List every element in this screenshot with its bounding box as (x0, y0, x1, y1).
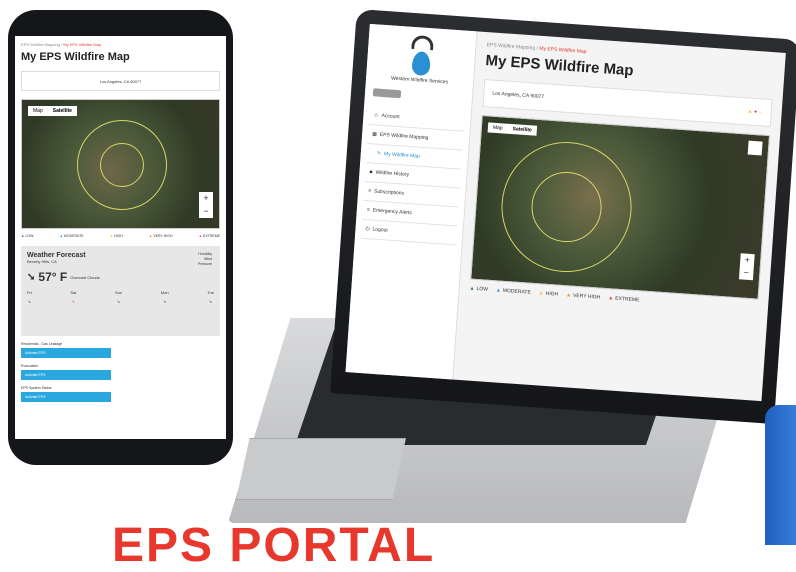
laptop-screen: Western Wildfire Services ☺ Account ▦ EPS … (345, 23, 786, 402)
weather-icon: ➘ (162, 299, 167, 304)
sidebar-nav: ☺ Account ▦ EPS Wildfire Mapping ✎ My Wildf… (360, 106, 465, 246)
weather-icon: ➘ (71, 299, 76, 304)
phone-legend-high: HIGH (110, 234, 123, 238)
weather-title: Weather Forecast (27, 252, 86, 259)
legend-low: LOW (469, 285, 488, 293)
phone-zoom-in-button[interactable]: + (199, 192, 213, 205)
forecast-day: Sat ➘ (70, 290, 77, 304)
menu-pill[interactable] (372, 88, 402, 99)
eps-field-3: EPS System Status Activate EPS (21, 386, 220, 402)
phone-risk-ring-inner (100, 143, 144, 187)
user-icon: ☺ (373, 112, 379, 119)
eps-action-button[interactable]: Activate EPS (21, 348, 111, 358)
forecast-day: Fri ➘ (27, 290, 32, 304)
temperature: 57° F (38, 270, 68, 284)
phone-tab-map[interactable]: Map (28, 106, 48, 116)
logo-text: Western Wildfire Services (390, 75, 449, 86)
weather-icon: ➘ (208, 299, 213, 304)
zoom-out-button[interactable]: − (739, 266, 754, 280)
map-type-tabs: Map Satellite (487, 122, 538, 136)
square-icon: ■ (369, 169, 373, 176)
status-icons: ▲ ● ⌄ (747, 108, 763, 116)
location-text: Los Angeles, CA 90077 (492, 90, 545, 101)
forecast-day: Mon ➘ (160, 290, 169, 304)
temperature-row: ➘ 57° F Overcast Clouds (27, 270, 214, 284)
weather-forecast-panel: Weather Forecast Beverly Hills, CA ➘ 57°… (21, 246, 220, 336)
phone-location-card: Los Angeles, CA 90077 (21, 71, 220, 91)
list-icon: ≡ (367, 188, 372, 195)
wind-arrow-icon: ➘ (27, 271, 36, 283)
forecast-day: Tue ➘ (207, 290, 214, 304)
phone-satellite-map[interactable]: Map Satellite + − (21, 99, 220, 229)
legend-extreme: EXTREME (608, 295, 640, 304)
phone-risk-legend: LOW MODERATE HIGH VERY HIGH EXTREME (21, 234, 220, 238)
laptop-trackpad (236, 438, 406, 500)
phone: EPS Wildfire Mapping / My EPS Wildfire M… (8, 10, 233, 465)
fullscreen-button[interactable] (747, 140, 763, 156)
main-content: EPS Wildfire Mapping / My EPS Wildfire M… (453, 31, 786, 401)
weather-icon: ➘ (116, 299, 121, 304)
phone-legend-very-high: VERY HIGH (149, 234, 172, 238)
phone-page-title: My EPS Wildfire Map (21, 51, 130, 63)
list-icon: ≡ (366, 207, 370, 214)
water-drop-icon (410, 50, 431, 77)
forecast-day: Sun ➘ (115, 290, 123, 304)
legend-moderate: MODERATE (496, 287, 531, 296)
map-icon: ▦ (371, 131, 378, 138)
phone-screen: EPS Wildfire Mapping / My EPS Wildfire M… (15, 36, 226, 439)
phone-tab-satellite[interactable]: Satellite (48, 106, 77, 116)
phone-breadcrumb: EPS Wildfire Mapping / My EPS Wildfire M… (21, 42, 102, 47)
temperature-description: Overcast Clouds (70, 274, 100, 280)
wifi-icon (410, 34, 434, 51)
weather-side-info: Humidity Wind Pressure (197, 252, 212, 266)
eps-field-2: Evacuation Activate EPS (21, 364, 220, 380)
eps-action-button[interactable]: Activate EPS (21, 370, 111, 380)
zoom-in-button[interactable]: + (740, 253, 755, 267)
phone-zoom-out-button[interactable]: − (199, 205, 213, 218)
logout-icon: ⏻ (365, 226, 370, 233)
legend-very-high: VERY HIGH (566, 292, 601, 301)
eps-portal-heading: EPS PORTAL (112, 519, 436, 572)
pencil-icon: ✎ (376, 150, 382, 157)
eps-field-1: Residential - Gas Leakage Activate EPS (21, 342, 220, 358)
eps-action-button[interactable]: Activate EPS (21, 392, 111, 402)
legend-high: HIGH (539, 290, 558, 298)
phone-legend-extreme: EXTREME (199, 234, 220, 238)
zoom-controls: + − (738, 253, 755, 281)
forecast-days: Fri ➘ Sat ➘ Sun ➘ Mon ➘ Tue ➘ (27, 290, 214, 304)
blue-bottle (765, 405, 796, 545)
phone-zoom-controls: + − (199, 192, 213, 218)
tab-satellite[interactable]: Satellite (507, 124, 537, 136)
laptop-lid: Western Wildfire Services ☺ Account ▦ EPS … (330, 8, 796, 425)
logo: Western Wildfire Services (372, 32, 470, 87)
phone-legend-low: LOW (21, 234, 33, 238)
phone-legend-moderate: MODERATE (60, 234, 84, 238)
phone-map-type-tabs: Map Satellite (28, 106, 77, 116)
weather-location: Beverly Hills, CA (27, 259, 57, 264)
satellite-map[interactable]: Map Satellite + − (470, 114, 771, 300)
phone-location-text: Los Angeles, CA 90077 (99, 78, 142, 84)
weather-icon: ➘ (27, 299, 32, 304)
tab-map[interactable]: Map (488, 122, 508, 133)
